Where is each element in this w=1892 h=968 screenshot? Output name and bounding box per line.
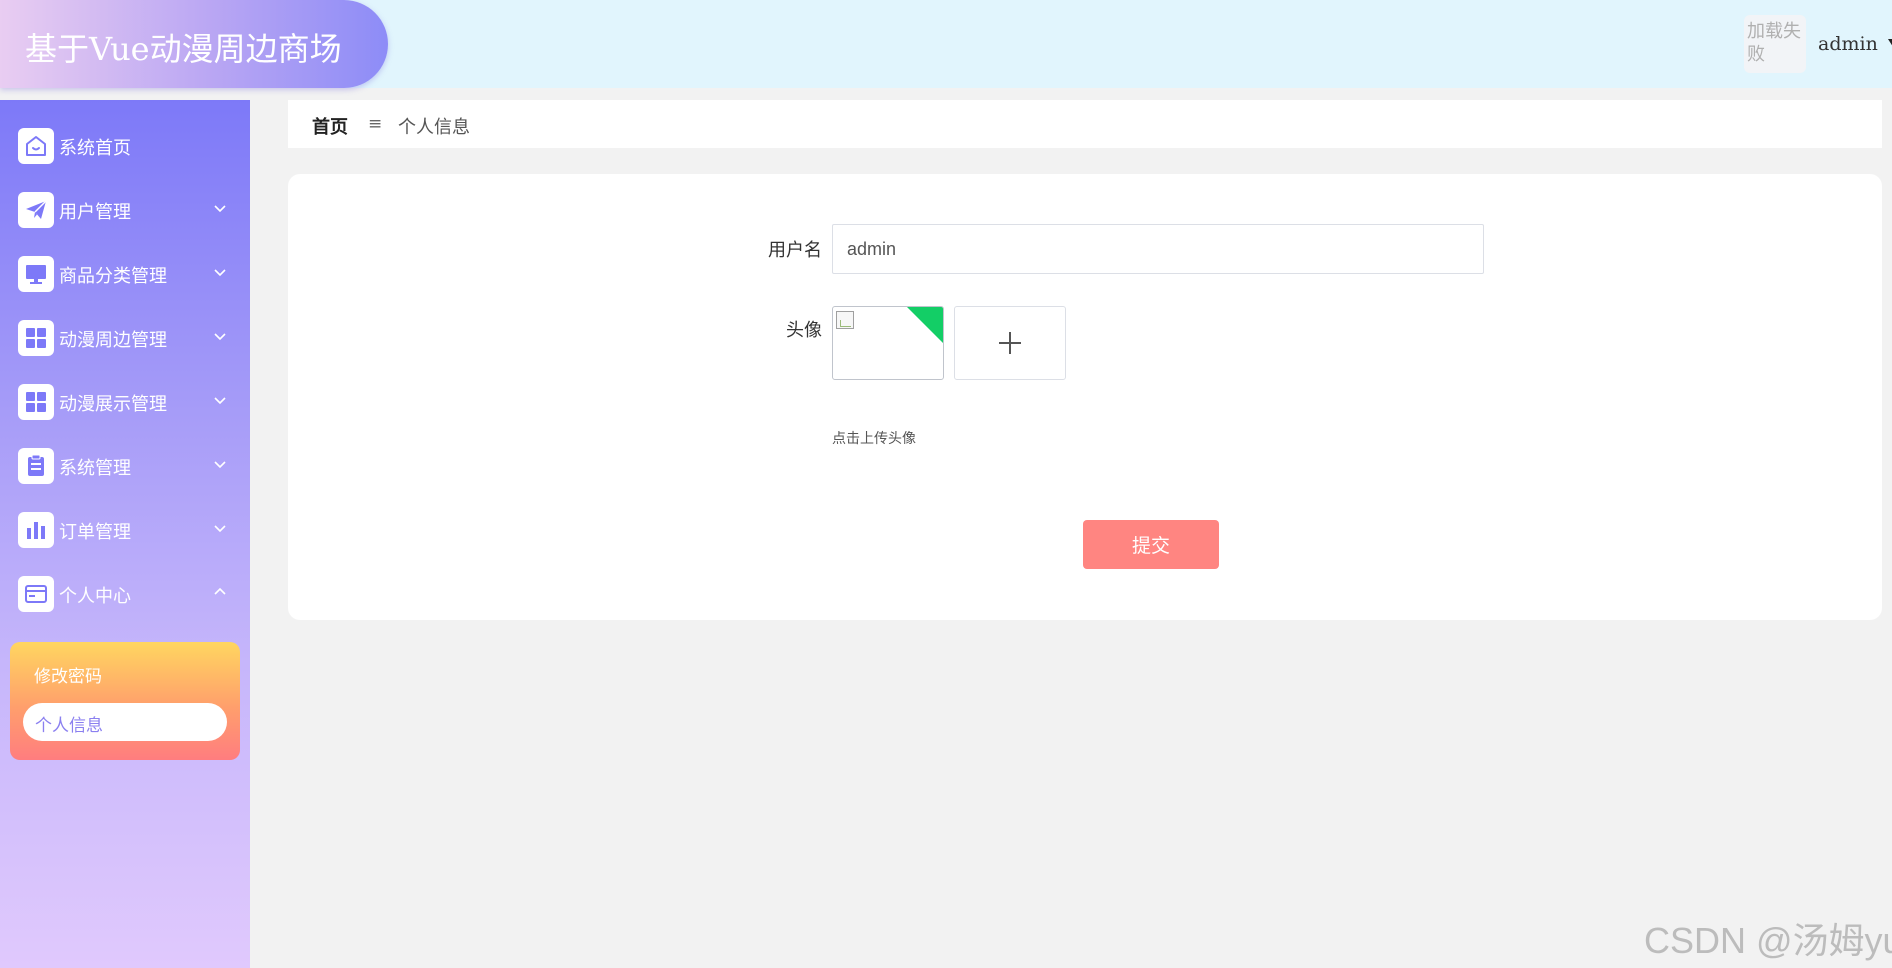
sidebar-item-personal-center[interactable]: 个人中心 xyxy=(0,562,250,626)
chevron-down-icon xyxy=(214,205,226,213)
grid-icon xyxy=(18,320,54,356)
chevron-down-icon xyxy=(214,525,226,533)
avatar-label: 头像 xyxy=(786,320,822,341)
sidebar-item-label: 动漫展示管理 xyxy=(59,394,167,415)
sidebar-item-label: 商品分类管理 xyxy=(59,266,167,287)
user-dropdown[interactable]: admin xyxy=(1818,32,1892,56)
home-icon xyxy=(18,128,54,164)
broken-image-icon xyxy=(836,311,854,329)
profile-form-card: 用户名 头像 点击上传头像 提交 xyxy=(288,174,1882,620)
sidebar-item-label: 系统首页 xyxy=(59,138,131,159)
brand-banner: 基于Vue动漫周边商场 xyxy=(0,0,388,88)
sidebar: 系统首页 用户管理 商品分类管理 动漫周边管理 动漫展示管理 系统管理 订单管理… xyxy=(0,100,250,968)
avatar-thumbnail[interactable] xyxy=(832,306,944,380)
breadcrumb-current: 个人信息 xyxy=(398,117,470,138)
plus-icon xyxy=(999,332,1021,354)
card-icon xyxy=(18,576,54,612)
sidebar-item-label: 用户管理 xyxy=(59,202,131,223)
sidebar-item-showcase[interactable]: 动漫展示管理 xyxy=(0,370,250,434)
sidebar-item-categories[interactable]: 商品分类管理 xyxy=(0,242,250,306)
personal-center-submenu: 修改密码 个人信息 xyxy=(10,642,240,760)
sidebar-item-label: 系统管理 xyxy=(59,458,131,479)
sidebar-item-home[interactable]: 系统首页 xyxy=(0,114,250,178)
user-avatar[interactable]: 加载失败 xyxy=(1744,15,1806,73)
breadcrumb-separator: ≡ xyxy=(368,114,383,134)
chevron-down-icon xyxy=(214,333,226,341)
sidebar-item-merchandise[interactable]: 动漫周边管理 xyxy=(0,306,250,370)
breadcrumb-home[interactable]: 首页 xyxy=(312,113,348,139)
chevron-down-icon xyxy=(214,269,226,277)
app-title: 基于Vue动漫周边商场 xyxy=(25,30,342,68)
username-input[interactable] xyxy=(832,224,1484,274)
sidebar-item-system[interactable]: 系统管理 xyxy=(0,434,250,498)
sidebar-item-label: 动漫周边管理 xyxy=(59,330,167,351)
sidebar-item-users[interactable]: 用户管理 xyxy=(0,178,250,242)
watermark: CSDN @汤姆yu xyxy=(1644,920,1892,961)
monitor-icon xyxy=(18,256,54,292)
chevron-down-icon xyxy=(214,461,226,469)
chevron-up-icon xyxy=(214,587,226,595)
breadcrumb: 首页 ≡ 个人信息 xyxy=(288,100,1882,148)
submenu-item-label: 个人信息 xyxy=(35,716,103,736)
chevron-down-icon xyxy=(214,397,226,405)
sidebar-item-label: 个人中心 xyxy=(59,586,131,607)
clipboard-icon xyxy=(18,448,54,484)
username-label: 用户名 xyxy=(768,240,822,261)
submenu-item-personal-info[interactable]: 个人信息 xyxy=(23,703,227,741)
top-header: 基于Vue动漫周边商场 加载失败 admin xyxy=(0,0,1892,88)
sidebar-item-orders[interactable]: 订单管理 xyxy=(0,498,250,562)
username-label: admin xyxy=(1818,33,1878,55)
bar-chart-icon xyxy=(18,512,54,548)
paper-plane-icon xyxy=(18,192,54,228)
submit-button[interactable]: 提交 xyxy=(1083,520,1219,569)
sidebar-item-label: 订单管理 xyxy=(59,522,131,543)
upload-hint: 点击上传头像 xyxy=(832,431,916,447)
avatar-upload-button[interactable] xyxy=(954,306,1066,380)
caret-down-icon xyxy=(1887,38,1892,50)
submenu-item-change-password[interactable]: 修改密码 xyxy=(34,662,102,687)
upload-success-badge xyxy=(907,307,943,343)
grid-icon xyxy=(18,384,54,420)
